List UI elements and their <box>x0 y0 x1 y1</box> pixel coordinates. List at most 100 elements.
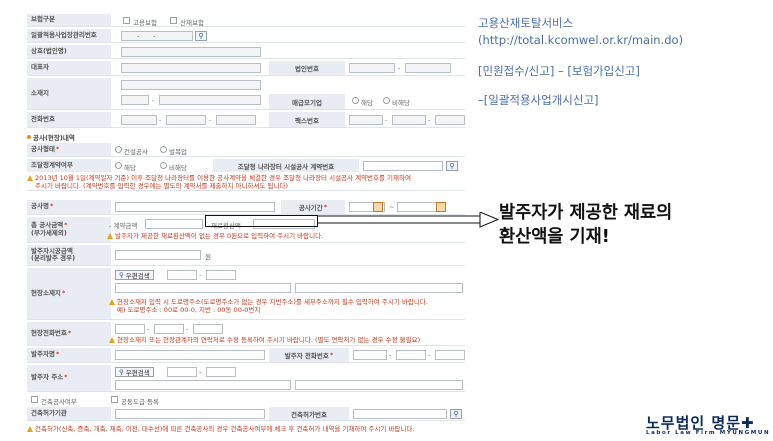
info-line-1: 고용산재토탈서비스 <box>478 16 574 30</box>
site-phone-input-2[interactable] <box>154 324 184 334</box>
callout-arrow <box>318 212 500 228</box>
material-highlight-box <box>205 215 318 227</box>
site-address-label: 현장소재지 * <box>27 268 111 319</box>
procurement-warning: 2013년 10월 1일(계약일자 기준) 이후 조달청 나라장터를 이용한 공… <box>27 174 457 190</box>
address-input-1[interactable] <box>121 80 261 90</box>
section-bullet-icon <box>27 135 31 139</box>
site-phone-input-1[interactable] <box>115 324 145 334</box>
fax-input-2[interactable] <box>392 115 426 125</box>
sme-no-radio[interactable] <box>383 97 390 104</box>
market-search-button[interactable]: ⚲ <box>446 161 458 171</box>
row-client-address: 발주자 주소 * ⚲ 우편검색 - <box>27 365 465 392</box>
mgmt-no-dash-1: - <box>137 32 140 40</box>
mgmt-no-label: 일괄적용사업장관리번호 <box>27 29 111 42</box>
building-checkbox[interactable] <box>31 396 38 403</box>
client-zip-1[interactable] <box>167 367 197 377</box>
site-address-detail-input[interactable] <box>295 283 463 293</box>
corp-reg-input-2[interactable] <box>405 63 451 73</box>
section-title: 공사(현장)내역 <box>27 132 75 142</box>
row-address: 소재지 - 매급모기업 해당 비해당 <box>27 78 465 110</box>
construction-radio[interactable] <box>115 146 122 153</box>
sme-yes-radio[interactable] <box>352 97 359 104</box>
procurement-no-radio[interactable] <box>160 162 167 169</box>
joint-contract-checkbox[interactable] <box>111 396 118 403</box>
client-phone-input-3[interactable] <box>435 350 465 360</box>
market-contract-input[interactable] <box>363 161 443 171</box>
corp-reg-label: 법인번호 <box>269 61 345 75</box>
employment-insurance-checkbox[interactable] <box>123 17 130 24</box>
client-phone-input-1[interactable] <box>353 350 387 360</box>
address-zip-1[interactable] <box>121 95 149 105</box>
calendar-end-icon[interactable] <box>436 202 446 212</box>
calendar-start-icon[interactable] <box>373 202 383 212</box>
search-icon: ⚲ <box>119 368 124 376</box>
site-address-input[interactable] <box>115 283 291 293</box>
site-address-warning: 현장소재지 입력 시 도로명주소(도로명주소가 없는 경우 지번주소)를 세부주… <box>109 298 539 314</box>
site-phone-dash-2: - <box>186 325 189 333</box>
site-zip-dash: - <box>199 271 202 279</box>
industrial-insurance-checkbox[interactable] <box>170 17 177 24</box>
client-zip-dash: - <box>199 368 202 376</box>
row-permit: 건축허가기관 건축허가번호 ⚲ <box>27 407 465 421</box>
warning-icon <box>109 337 115 343</box>
row-company-name: 상호(법인명) <box>27 45 465 59</box>
client-phone-dash-2: - <box>428 351 431 359</box>
row-procurement: 조달청계약여부 해당 비해당 조달청 나라장터 시설공사 계약번호 ⚲ 2013… <box>27 159 465 191</box>
row-site-phone: 현장전화번호 * - - 현장소재지 또는 현장관계자의 연락처로 수정 등록하여… <box>27 322 465 346</box>
info-line-4: –[일괄적용사업개시신고] <box>478 93 599 107</box>
mgmt-no-input[interactable] <box>121 31 193 41</box>
site-zip-1[interactable] <box>167 270 197 280</box>
fax-dash-2: - <box>428 116 431 124</box>
logging-radio[interactable] <box>160 146 167 153</box>
mgmt-no-dash-2: - <box>153 32 156 40</box>
corp-reg-dash: - <box>398 64 401 72</box>
site-postal-button[interactable]: ⚲ 우편검색 <box>115 270 154 280</box>
period-tilde: ~ <box>389 203 395 211</box>
logging-text: 벌목업 <box>169 148 187 156</box>
ceo-input[interactable] <box>121 63 261 73</box>
client-zip-2[interactable] <box>206 367 236 377</box>
row-client-exec: 발주자시공금액 (분리발주 경우) 원 <box>27 245 465 266</box>
client-address-detail-input[interactable] <box>295 380 463 390</box>
contract-amount-input[interactable] <box>145 219 203 229</box>
warning-icon <box>107 233 113 239</box>
client-exec-input[interactable] <box>115 250 201 260</box>
client-phone-dash-1: - <box>389 351 392 359</box>
phone-input-2[interactable] <box>166 115 206 125</box>
phone-dash-2: - <box>209 116 212 124</box>
info-line-3: [민원접수/신고] – [보험가입신고] <box>478 64 640 78</box>
project-name-label: 공사명 * <box>27 200 111 214</box>
project-name-input[interactable] <box>115 202 275 212</box>
procurement-yes-radio[interactable] <box>115 162 122 169</box>
corp-reg-input-1[interactable] <box>349 63 395 73</box>
phone-input-1[interactable] <box>121 115 157 125</box>
client-postal-button[interactable]: ⚲ 우편검색 <box>115 367 154 377</box>
fax-input-1[interactable] <box>349 115 383 125</box>
warning-icon <box>109 299 115 305</box>
logo-sub: Labor Law Firm MYUNGMUN <box>646 430 771 436</box>
mgmt-no-search-button[interactable]: ⚲ <box>195 31 207 41</box>
site-zip-2[interactable] <box>206 270 236 280</box>
row-site-address: 현장소재지 * ⚲ 우편검색 - 현장소재지 입력 시 도로명주소(도로명주소가 없… <box>27 268 465 320</box>
address-detail-input[interactable] <box>159 95 261 105</box>
client-phone-input-2[interactable] <box>396 350 426 360</box>
address-zip-dash: - <box>152 96 155 104</box>
client-address-input[interactable] <box>115 380 291 390</box>
company-name-input[interactable] <box>121 47 261 57</box>
permit-search-button[interactable]: ⚲ <box>450 409 462 419</box>
fax-input-3[interactable] <box>435 115 465 125</box>
insurance-type-label: 보험구분 <box>27 14 111 26</box>
permit-no-input[interactable] <box>353 409 447 419</box>
phone-label: 전화번호 <box>27 112 111 127</box>
site-phone-input-3[interactable] <box>193 324 223 334</box>
client-name-input[interactable] <box>115 350 265 360</box>
bottom-warning: 건축허가(신축, 증축, 개축, 재축, 이전, 대수선)에 따른 건축공사의 … <box>27 425 457 433</box>
phone-input-3[interactable] <box>216 115 256 125</box>
construction-text: 건설공사 <box>124 148 148 156</box>
row-building: 건축공사여부 공동도급 등록 <box>27 394 465 406</box>
employment-insurance-text: 고용보험 <box>133 19 157 27</box>
ceo-label: 대표자 <box>27 61 111 75</box>
procurement-no-text: 비해당 <box>169 164 187 172</box>
row-insurance-type: 보험구분 고용보험 산재보험 <box>27 14 465 27</box>
permit-agency-input[interactable] <box>115 409 265 419</box>
